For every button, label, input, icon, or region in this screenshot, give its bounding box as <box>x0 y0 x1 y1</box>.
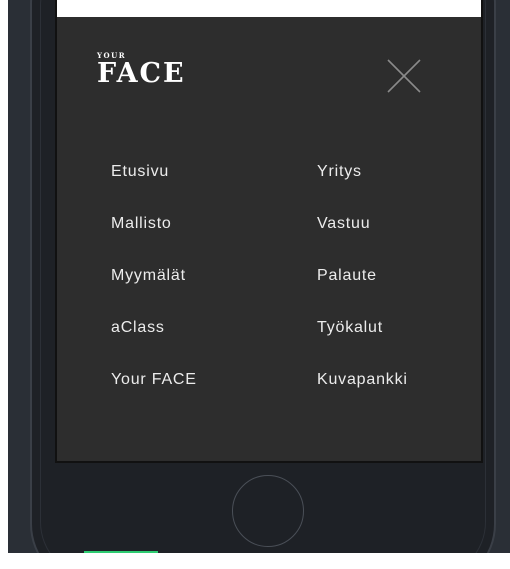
active-indicator <box>84 551 158 553</box>
logo-big-text: FACE <box>97 58 186 89</box>
menu-column-right: Yritys Vastuu Palaute Työkalut Kuvapankk… <box>317 162 487 422</box>
menu-item-mallisto[interactable]: Mallisto <box>111 214 281 266</box>
menu-item-yritys[interactable]: Yritys <box>317 162 487 214</box>
screen-top-bar <box>57 0 481 17</box>
menu-item-kuvapankki[interactable]: Kuvapankki <box>317 370 487 422</box>
menu-item-your-face[interactable]: Your FACE <box>111 370 281 422</box>
menu-item-vastuu[interactable]: Vastuu <box>317 214 487 266</box>
menu-item-tyokalut[interactable]: Työkalut <box>317 318 487 370</box>
close-menu-button[interactable] <box>384 56 424 96</box>
menu-item-myymalat[interactable]: Myymälät <box>111 266 281 318</box>
menu-item-etusivu[interactable]: Etusivu <box>111 162 281 214</box>
menu-item-palaute[interactable]: Palaute <box>317 266 487 318</box>
page: YOUR FACE Etusivu Mallisto Myymälät aCla… <box>0 0 510 569</box>
close-icon <box>387 59 421 93</box>
menu-column-left: Etusivu Mallisto Myymälät aClass Your FA… <box>111 162 281 422</box>
phone-screen: YOUR FACE Etusivu Mallisto Myymälät aCla… <box>55 0 483 463</box>
phone-home-button[interactable] <box>232 475 304 547</box>
bottom-strip <box>0 553 510 569</box>
brand-logo[interactable]: YOUR FACE <box>97 52 186 88</box>
menu-item-aclass[interactable]: aClass <box>111 318 281 370</box>
